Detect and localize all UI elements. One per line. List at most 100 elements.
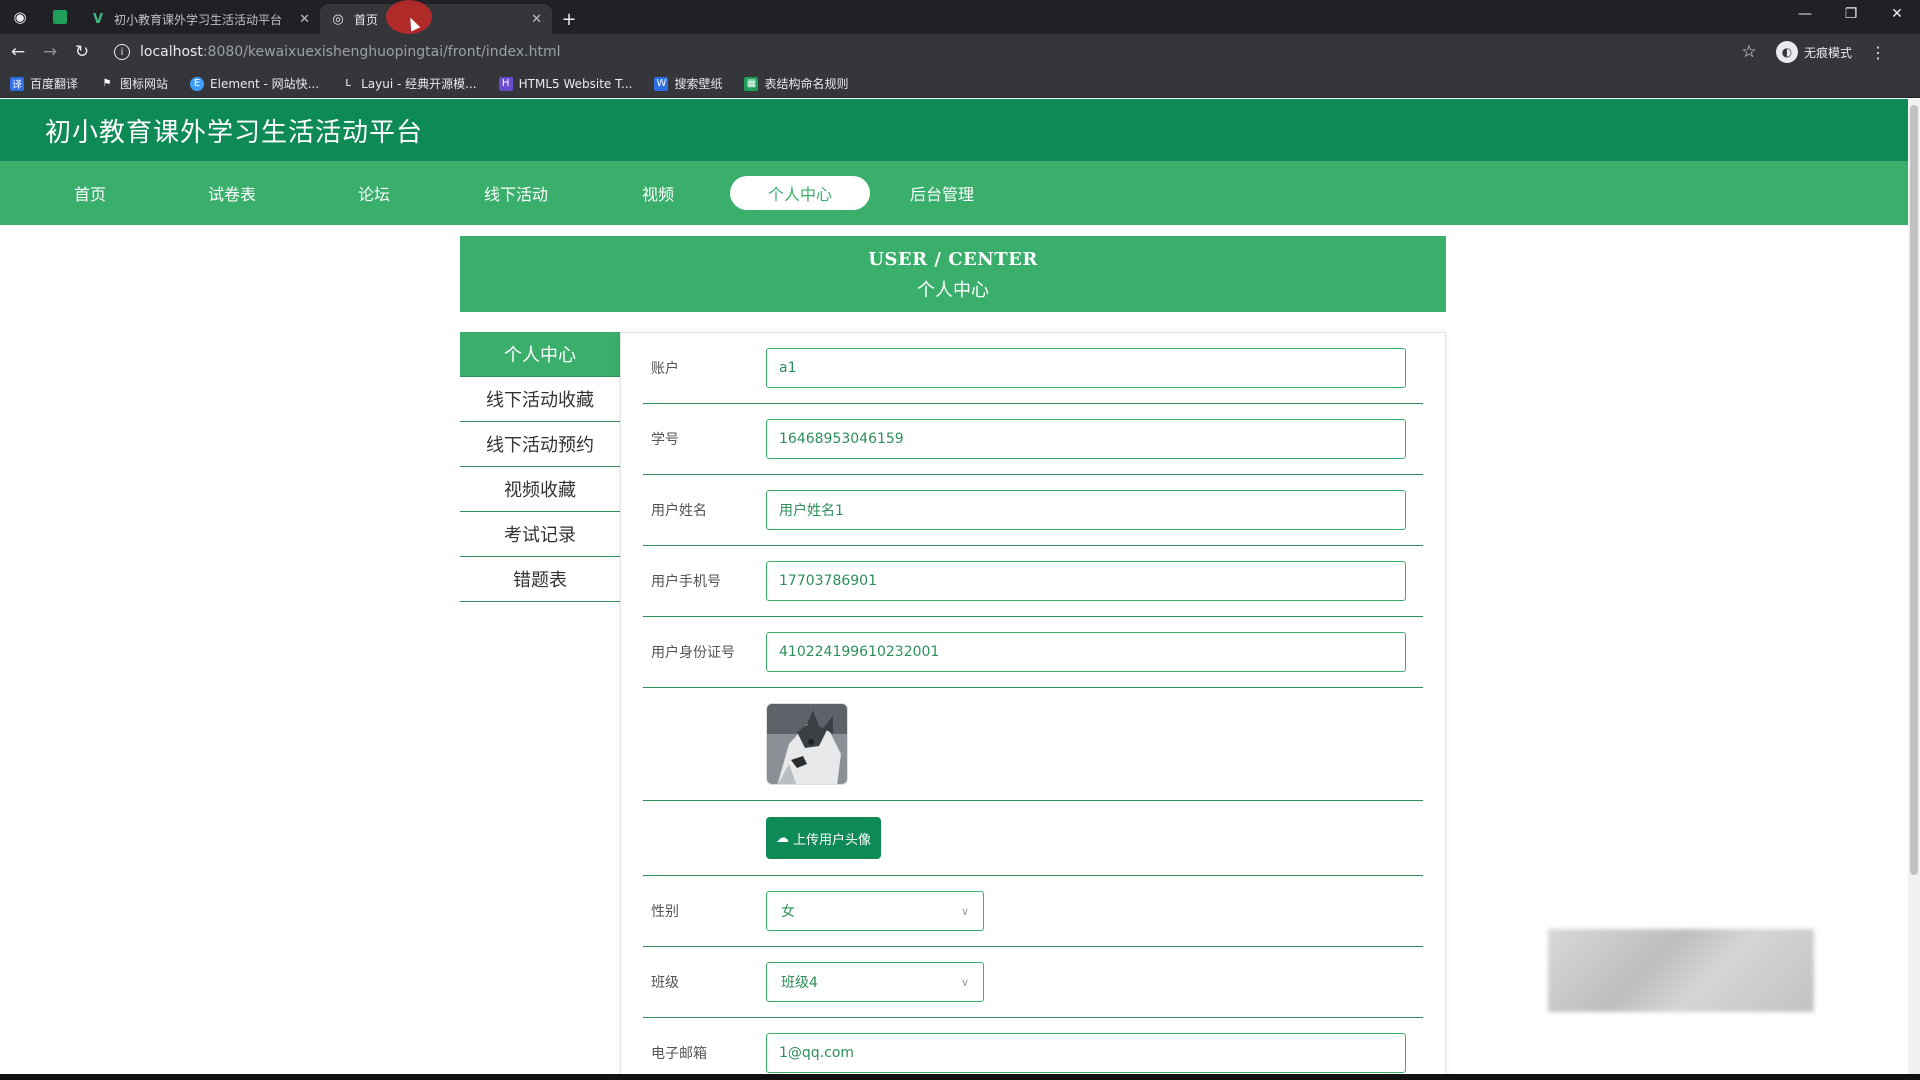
incognito-label: 无痕模式 <box>1804 45 1853 60</box>
form-row-student-no: 学号 16468953046159 <box>643 404 1423 475</box>
form-row-gender: 性别 女 ∨ <box>643 876 1423 947</box>
student-no-label: 学号 <box>651 432 679 448</box>
tab-label: 首页 <box>354 12 379 27</box>
reload-icon[interactable]: ↻ <box>66 36 98 68</box>
form-row-avatar <box>643 688 1423 801</box>
form-row-id-card: 用户身份证号 410224199610232001 <box>643 617 1423 688</box>
form-row-class: 班级 班级4 ∨ <box>643 947 1423 1018</box>
nav-offline-activities[interactable]: 线下活动 <box>446 176 586 210</box>
cloud-upload-icon: ☁ <box>776 830 789 846</box>
form-row-name: 用户姓名 用户姓名1 <box>643 475 1423 546</box>
blurred-watermark <box>1548 929 1814 1012</box>
bookmark-star-icon[interactable]: ☆ <box>1734 42 1764 62</box>
chevron-down-icon: ∨ <box>960 975 969 989</box>
gender-value: 女 <box>781 904 795 920</box>
new-tab-icon[interactable]: + <box>552 4 586 34</box>
gender-select[interactable]: 女 ∨ <box>766 891 984 931</box>
incognito-badge[interactable]: ◐ 无痕模式 <box>1776 41 1852 63</box>
side-item-wrong-questions[interactable]: 错题表 <box>460 557 620 602</box>
flag-icon: ⚑ <box>102 78 112 89</box>
name-label: 用户姓名 <box>651 503 707 519</box>
screen-bottom-edge <box>0 1074 1920 1080</box>
url-path: :8080/kewaixuexishenghuopingtai/front/in… <box>202 44 561 60</box>
url-input[interactable]: i localhost:8080/kewaixuexishenghuopingt… <box>104 38 1734 66</box>
student-no-input[interactable]: 16468953046159 <box>766 419 1406 459</box>
nav-forum[interactable]: 论坛 <box>304 176 444 210</box>
avatar <box>766 703 848 785</box>
side-item-user-center[interactable]: 个人中心 <box>460 332 620 377</box>
name-input[interactable]: 用户姓名1 <box>766 490 1406 530</box>
element-icon: E <box>190 76 205 91</box>
chevron-down-icon: ∨ <box>960 904 969 918</box>
tab-search-icon[interactable]: ◉ <box>0 0 40 34</box>
bookmark-item[interactable]: E Element - 网站快... <box>190 75 319 92</box>
bookmark-item[interactable]: H HTML5 Website T... <box>498 76 632 91</box>
site-info-icon[interactable]: i <box>114 44 130 60</box>
page-scrollbar[interactable] <box>1908 99 1920 1074</box>
window-controls: — ❐ ✕ <box>1782 0 1920 34</box>
close-icon[interactable]: ✕ <box>299 12 310 27</box>
phone-label: 用户手机号 <box>651 574 721 590</box>
url-host: localhost <box>140 44 203 60</box>
email-input[interactable]: 1@qq.com <box>766 1033 1406 1073</box>
form-row-account: 账户 a1 <box>643 333 1423 404</box>
bookmarks-bar: 译百度翻译 ⚑ 图标网站 E Element - 网站快... L Layui - 经… <box>0 70 1920 98</box>
upload-avatar-button[interactable]: ☁ 上传用户头像 <box>766 817 882 859</box>
upload-avatar-label: 上传用户头像 <box>793 832 872 848</box>
bookmark-item[interactable]: ⚑ 图标网站 <box>100 75 169 92</box>
account-input[interactable]: a1 <box>766 348 1406 388</box>
side-menu: 个人中心 线下活动收藏 线下活动预约 视频收藏 考试记录 错题表 <box>460 332 620 602</box>
site-nav: 首页 试卷表 论坛 线下活动 视频 个人中心 后台管理 <box>0 161 1908 225</box>
class-value: 班级4 <box>781 975 818 991</box>
restore-icon[interactable]: ❐ <box>1828 0 1874 28</box>
class-select[interactable]: 班级4 ∨ <box>766 962 984 1002</box>
husky-avatar-image <box>767 704 847 784</box>
back-icon[interactable]: ← <box>2 36 34 68</box>
phone-input[interactable]: 17703786901 <box>766 561 1406 601</box>
forward-icon[interactable]: → <box>34 36 66 68</box>
pinned-tab-icon[interactable] <box>40 0 80 34</box>
nav-home[interactable]: 首页 <box>20 176 160 210</box>
address-bar-row: ← → ↻ i localhost:8080/kewaixuexishenghu… <box>0 34 1920 70</box>
profile-form: 账户 a1 学号 16468953046159 用户姓名 用户姓名1 用户手机号… <box>620 332 1446 1080</box>
close-icon[interactable]: ✕ <box>531 12 542 27</box>
side-item-activity-booking[interactable]: 线下活动预约 <box>460 422 620 467</box>
layui-icon: L <box>345 78 351 89</box>
gender-label: 性别 <box>651 904 679 920</box>
browser-tab-strip: ◉ V 初小教育课外学习生活活动平台 ✕ ◎ 首页 ✕ + — ❐ ✕ <box>0 0 1920 34</box>
form-row-phone: 用户手机号 17703786901 <box>643 546 1423 617</box>
side-item-activity-favorites[interactable]: 线下活动收藏 <box>460 377 620 422</box>
tab-platform[interactable]: V 初小教育课外学习生活活动平台 ✕ <box>80 4 320 34</box>
translate-icon: 译 <box>10 76 24 91</box>
close-window-icon[interactable]: ✕ <box>1874 0 1920 28</box>
class-label: 班级 <box>651 975 679 991</box>
bookmark-item[interactable]: 译百度翻译 <box>10 75 78 92</box>
vue-icon: V <box>92 11 104 27</box>
bookmark-item[interactable]: L Layui - 经典开源模... <box>341 75 476 92</box>
nav-videos[interactable]: 视频 <box>588 176 728 210</box>
tab-home[interactable]: ◎ 首页 ✕ <box>320 4 552 34</box>
id-card-input[interactable]: 410224199610232001 <box>766 632 1406 672</box>
form-row-email: 电子邮箱 1@qq.com <box>643 1018 1423 1080</box>
menu-icon[interactable]: ⋮ <box>1870 43 1886 62</box>
bookmark-item[interactable]: ▦ 表结构命名规则 <box>744 75 848 92</box>
scrollbar-thumb[interactable] <box>1910 105 1918 875</box>
side-item-exam-records[interactable]: 考试记录 <box>460 512 620 557</box>
bookmark-item[interactable]: W 搜索壁纸 <box>654 75 722 92</box>
side-item-video-favorites[interactable]: 视频收藏 <box>460 467 620 512</box>
banner-title-cn: 个人中心 <box>917 280 989 301</box>
incognito-icon: ◐ <box>1776 41 1798 63</box>
id-card-label: 用户身份证号 <box>651 645 735 661</box>
email-label: 电子邮箱 <box>651 1046 707 1062</box>
account-label: 账户 <box>651 361 679 377</box>
nav-exam-papers[interactable]: 试卷表 <box>162 176 302 210</box>
globe-icon: ◎ <box>332 11 344 27</box>
nav-user-center[interactable]: 个人中心 <box>730 176 870 210</box>
html5-icon: H <box>498 76 513 91</box>
site-header: 初小教育课外学习生活活动平台 <box>0 99 1908 161</box>
banner-title-en: USER / CENTER <box>868 249 1038 270</box>
site-title: 初小教育课外学习生活活动平台 <box>45 117 424 148</box>
form-row-upload: ☁ 上传用户头像 <box>643 801 1423 876</box>
minimize-icon[interactable]: — <box>1782 0 1828 28</box>
nav-admin[interactable]: 后台管理 <box>872 176 1012 210</box>
